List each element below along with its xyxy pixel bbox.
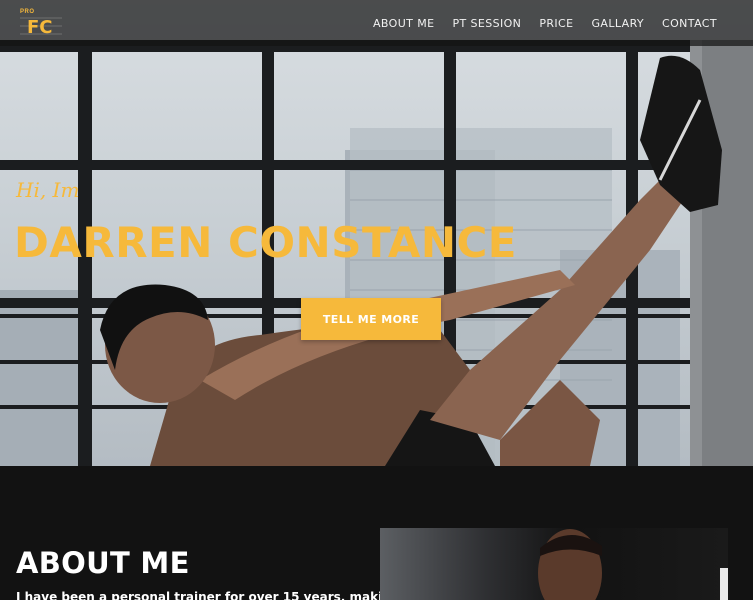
tell-me-more-button[interactable]: TELL ME MORE — [301, 298, 441, 340]
main-nav: ABOUT ME PT SESSION PRICE GALLARY CONTAC… — [373, 17, 717, 30]
about-section: ABOUT ME I have been a personal trainer … — [0, 466, 753, 600]
top-navigation-bar: PRO FC ABOUT ME PT SESSION PRICE GALLARY… — [0, 0, 753, 46]
nav-item-contact[interactable]: CONTACT — [662, 17, 717, 30]
brand-logo[interactable]: PRO FC — [18, 9, 64, 39]
fc-logo-icon: FC — [20, 17, 62, 37]
hero-section: PRO FC ABOUT ME PT SESSION PRICE GALLARY… — [0, 0, 753, 466]
nav-item-gallary[interactable]: GALLARY — [591, 17, 644, 30]
hero-name-heading: DARREN CONSTANCE — [14, 218, 517, 267]
hero-greeting: Hi, Im — [16, 178, 80, 202]
nav-item-pt-session[interactable]: PT SESSION — [452, 17, 521, 30]
nav-item-about-me[interactable]: ABOUT ME — [373, 17, 434, 30]
about-portrait-photo — [380, 528, 728, 600]
about-text: I have been a personal trainer for over … — [16, 590, 400, 600]
about-heading: ABOUT ME — [16, 546, 190, 580]
brand-logo-text: FC — [27, 17, 53, 37]
nav-item-price[interactable]: PRICE — [539, 17, 573, 30]
